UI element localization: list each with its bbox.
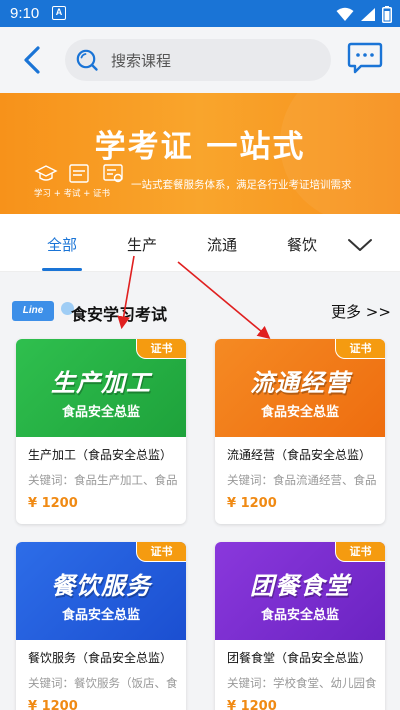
course-keywords: 关键词：学校食堂、幼儿园食堂 <box>227 676 377 690</box>
certificate-icon <box>103 164 123 183</box>
banner-description: 一站式套餐服务体系，满足各行业考证培训需求 <box>131 179 352 191</box>
battery-icon <box>382 5 392 23</box>
search-placeholder: 搜索课程 <box>111 52 172 70</box>
cover-subtitle: 食品安全总监 <box>61 405 140 420</box>
certificate-tag: 证书 <box>335 542 385 562</box>
category-tabs: 全部 生产 流通 餐饮 <box>0 214 400 272</box>
message-button[interactable] <box>347 41 383 75</box>
course-name: 餐饮服务（食品安全总监） <box>28 651 173 665</box>
status-icons <box>336 5 392 23</box>
signal-icon <box>361 7 375 21</box>
tab-catering[interactable]: 餐饮 <box>287 234 317 255</box>
course-cover: 证书 餐饮服务 食品安全总监 <box>16 542 186 640</box>
course-keywords: 关键词：食品生产加工、食品安全 <box>28 473 178 487</box>
banner-title: 学考证 一站式 <box>94 129 306 165</box>
app-screen: 9:10 A 搜索课程 学考证 一站式 学习 + 考试 + 证书 一站式套餐服务… <box>0 0 400 710</box>
course-price: ¥ 1200 <box>28 699 78 710</box>
course-name: 团餐食堂（食品安全总监） <box>227 651 372 665</box>
course-keywords: 关键词：食品流通经营、食品安全 <box>227 473 377 487</box>
course-price: ¥ 1200 <box>227 699 277 710</box>
back-button[interactable] <box>16 43 48 77</box>
certificate-tag: 证书 <box>136 339 186 359</box>
status-bar: 9:10 A <box>0 0 400 27</box>
course-card-production[interactable]: 证书 生产加工 食品安全总监 生产加工（食品安全总监） 关键词：食品生产加工、食… <box>16 339 186 524</box>
course-section: Line 食安学习考试 更多 >> 证书 生产加工 食品安全总监 生产加工（食品… <box>0 272 400 710</box>
chevron-down-icon[interactable] <box>346 236 374 254</box>
section-title: 食安学习考试 <box>71 305 168 324</box>
cover-title: 餐饮服务 <box>51 572 151 600</box>
course-card-catering[interactable]: 证书 餐饮服务 食品安全总监 餐饮服务（食品安全总监） 关键词：餐饮服务（饭店、… <box>16 542 186 710</box>
certificate-tag: 证书 <box>136 542 186 562</box>
course-price: ¥ 1200 <box>28 496 78 511</box>
search-input[interactable]: 搜索课程 <box>65 39 331 81</box>
course-price: ¥ 1200 <box>227 496 277 511</box>
cover-title: 生产加工 <box>51 369 151 397</box>
cover-subtitle: 食品安全总监 <box>260 608 339 623</box>
tab-production[interactable]: 生产 <box>127 234 157 255</box>
cover-title: 流通经营 <box>250 369 350 397</box>
cover-title: 团餐食堂 <box>250 572 350 600</box>
course-name: 流通经营（食品安全总监） <box>227 448 372 462</box>
course-keywords: 关键词：餐饮服务（饭店、食堂） <box>28 676 178 690</box>
course-card-circulation[interactable]: 证书 流通经营 食品安全总监 流通经营（食品安全总监） 关键词：食品流通经营、食… <box>215 339 385 524</box>
course-card-canteen[interactable]: 证书 团餐食堂 食品安全总监 团餐食堂（食品安全总监） 关键词：学校食堂、幼儿园… <box>215 542 385 710</box>
course-cover: 证书 生产加工 食品安全总监 <box>16 339 186 437</box>
chevron-left-icon <box>24 46 40 74</box>
certificate-tag: 证书 <box>335 339 385 359</box>
tab-circulation[interactable]: 流通 <box>207 234 237 255</box>
cover-subtitle: 食品安全总监 <box>260 405 339 420</box>
course-cover: 证书 团餐食堂 食品安全总监 <box>215 542 385 640</box>
course-cover: 证书 流通经营 食品安全总监 <box>215 339 385 437</box>
status-time: 9:10 <box>10 5 40 22</box>
more-link[interactable]: 更多 >> <box>331 301 391 322</box>
course-name: 生产加工（食品安全总监） <box>28 448 173 462</box>
cover-subtitle: 食品安全总监 <box>61 608 140 623</box>
search-header: 搜索课程 <box>0 27 400 93</box>
exam-paper-icon <box>69 164 89 183</box>
study-exam-cert-icons <box>34 164 123 183</box>
graduation-cap-icon <box>34 165 58 181</box>
tab-all[interactable]: 全部 <box>47 234 77 255</box>
banner-flow-text: 学习 + 考试 + 证书 <box>34 189 111 199</box>
wifi-icon <box>336 7 354 21</box>
line-badge: Line <box>12 301 54 321</box>
chat-bubble-icon <box>347 42 383 74</box>
notification-icon: A <box>52 6 66 20</box>
active-tab-indicator <box>42 268 82 271</box>
promo-banner[interactable]: 学考证 一站式 学习 + 考试 + 证书 一站式套餐服务体系，满足各行业考证培训… <box>0 93 400 214</box>
search-icon <box>76 49 98 71</box>
